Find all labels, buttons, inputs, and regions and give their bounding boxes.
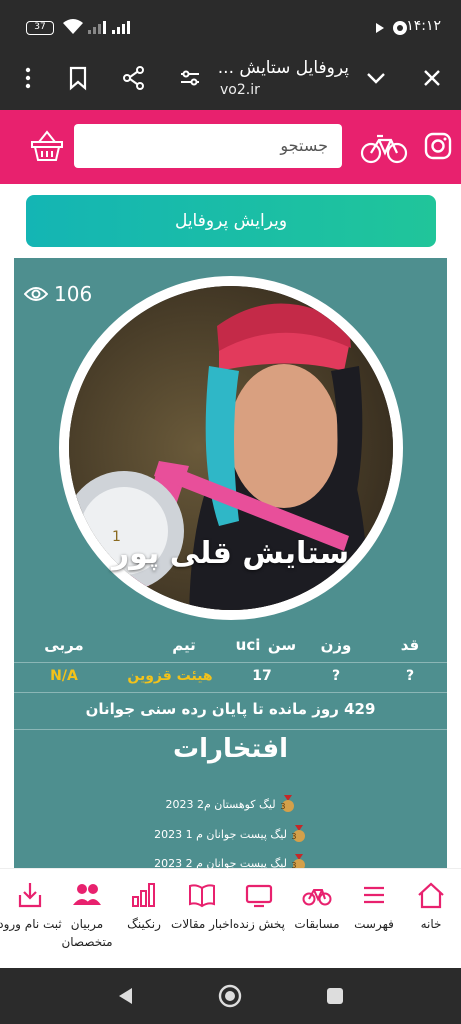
bicycle-logo-icon[interactable]: [360, 132, 408, 164]
menu-icon: [364, 886, 384, 904]
system-navigation-bar: [0, 968, 461, 1024]
nav-news-label: اخبار مقالات: [171, 917, 233, 931]
nav-login-label: ثبت نام ورود: [0, 917, 62, 931]
nav-ranking[interactable]: رنکینگ: [112, 881, 176, 933]
play-icon: [376, 23, 384, 33]
nav-live[interactable]: پخش زنده: [227, 881, 291, 933]
bronze-medal-icon: 3: [291, 854, 305, 868]
shopping-basket-icon[interactable]: [30, 128, 64, 164]
back-icon[interactable]: [116, 986, 134, 1006]
close-icon[interactable]: [418, 64, 446, 92]
achievement-label: لیگ کوهستان م2 2023: [165, 797, 276, 811]
users-icon: [73, 884, 101, 905]
nav-coaches[interactable]: مربیان متخصصان: [55, 881, 119, 951]
nav-list[interactable]: فهرست: [342, 881, 406, 933]
stats-values: ? ? 17 هیئت قزوین N/A: [14, 668, 447, 688]
page-url[interactable]: vo2.ir: [220, 82, 260, 98]
nav-ranking-label: رنکینگ: [127, 917, 161, 931]
days-remaining: 429 روز مانده تا پایان رده سنی جوانان: [85, 700, 376, 718]
bronze-medal-icon: 3: [291, 825, 305, 842]
profile-card: 106 1 ستایش قلی پور قد وزن سن uci تیم مر…: [14, 258, 447, 868]
stat-age-label: سن: [267, 636, 297, 654]
bar-chart-icon: [132, 883, 155, 907]
home-icon: [418, 882, 444, 909]
achievement-item: 3 لیگ پیست جوانان م 1 2023: [14, 825, 447, 843]
site-settings-icon[interactable]: [176, 64, 204, 92]
view-count-value: 106: [54, 282, 93, 306]
status-bar: 37 ۱۴:۱۲: [0, 0, 461, 56]
bicycle-icon: [302, 889, 332, 906]
eye-icon: [24, 287, 48, 301]
wifi-icon: [63, 19, 83, 34]
tv-icon: [245, 884, 273, 908]
more-menu-icon[interactable]: [14, 64, 42, 92]
achievement-item: 3 لیگ کوهستان م2 2023: [14, 795, 447, 813]
chevron-down-icon[interactable]: [362, 64, 390, 92]
nav-coaches-label: مربیان متخصصان: [61, 917, 113, 949]
stats-divider: [14, 662, 447, 663]
recent-apps-icon[interactable]: [326, 987, 344, 1005]
stat-weight-label: وزن: [320, 636, 352, 654]
search-input[interactable]: جستجو: [74, 124, 342, 168]
achievement-label: لیگ پیست جوانان م 2 2023: [154, 856, 287, 869]
bottom-navigation: خانه فهرست مسابقات پخش زنده اخبار مقالات…: [0, 868, 461, 968]
bronze-medal-icon: 3: [280, 795, 294, 812]
nav-races-label: مسابقات: [294, 917, 340, 931]
stat-height-label: قد: [400, 636, 420, 654]
stat-age-value: 17: [252, 668, 272, 684]
stat-team-label: تیم: [172, 636, 196, 654]
clock: ۱۴:۱۲: [406, 18, 441, 34]
stat-weight-value: ?: [331, 668, 341, 684]
achievements-divider: [14, 729, 447, 730]
signal-icon: [88, 21, 106, 34]
login-icon: [18, 883, 42, 908]
bookmark-icon[interactable]: [64, 64, 92, 92]
share-icon[interactable]: [120, 64, 148, 92]
home-circle-icon[interactable]: [218, 984, 242, 1008]
achievement-label: لیگ پیست جوانان م 1 2023: [154, 827, 287, 841]
svg-text:3: 3: [291, 832, 296, 841]
nav-live-label: پخش زنده: [233, 917, 285, 931]
stat-coach-label: مربی: [44, 636, 84, 654]
achievement-item: 3 لیگ پیست جوانان م 2 2023: [14, 854, 447, 868]
stats-headers: قد وزن سن uci تیم مربی: [14, 636, 447, 658]
stat-coach-value: N/A: [50, 668, 78, 684]
stat-team-value[interactable]: هیئت قزوین: [127, 668, 212, 684]
svg-text:3: 3: [291, 861, 296, 868]
instagram-icon[interactable]: [424, 132, 452, 160]
nav-news[interactable]: اخبار مقالات: [170, 881, 234, 933]
nav-login[interactable]: ثبت نام ورود: [0, 881, 62, 933]
nav-home[interactable]: خانه: [399, 881, 461, 933]
stat-uci-label: uci: [235, 636, 261, 654]
stat-height-value: ?: [405, 668, 415, 684]
nav-home-label: خانه: [420, 917, 442, 931]
browser-toolbar: پروفایل ستایش ... vo2.ir: [0, 56, 461, 110]
book-icon: [189, 884, 215, 908]
svg-text:3: 3: [280, 802, 285, 811]
edit-profile-button[interactable]: ویرایش پروفایل: [26, 195, 436, 247]
nav-races[interactable]: مسابقات: [285, 881, 349, 933]
athlete-name: ستایش قلی پور: [111, 536, 350, 571]
nav-list-label: فهرست: [354, 917, 394, 931]
page-title: پروفایل ستایش ...: [217, 58, 349, 78]
battery-icon: 37: [26, 21, 54, 35]
signal-icon-2: [112, 21, 130, 34]
view-count: 106: [24, 282, 92, 306]
stats-divider-2: [14, 692, 447, 693]
achievements-title: افتخارات: [172, 734, 289, 764]
